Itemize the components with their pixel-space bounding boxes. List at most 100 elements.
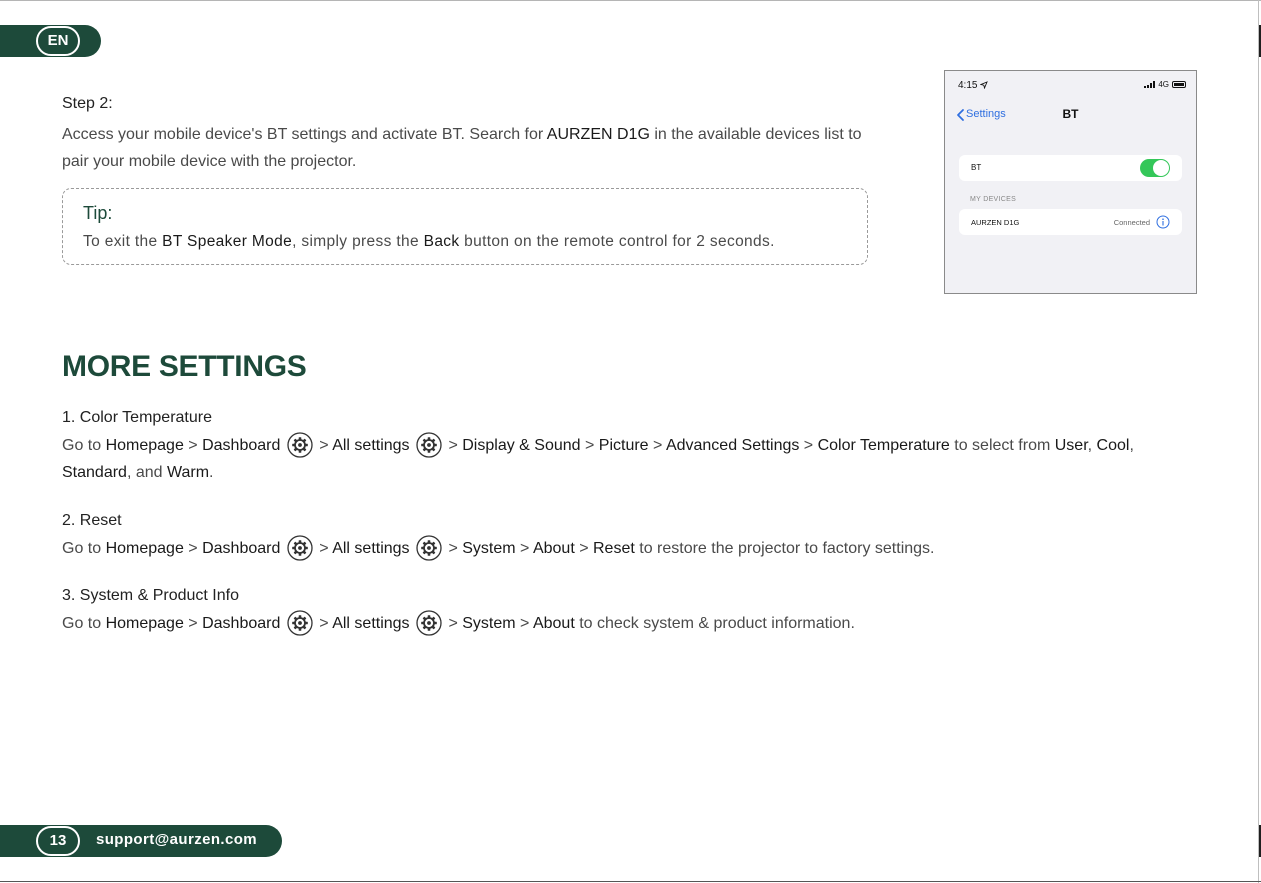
status-time: 4:15 [958, 80, 989, 91]
language-label: EN [36, 26, 80, 56]
gear-icon [416, 432, 442, 458]
my-devices-header: MY DEVICES [970, 196, 1017, 203]
section-title: MORE SETTINGS [62, 350, 307, 383]
info-icon[interactable] [1156, 215, 1170, 229]
step-body: Access your mobile device's BT settings … [62, 121, 892, 175]
item-body-system-info: Go to Homepage > Dashboard > All setting… [62, 610, 1197, 637]
emphasis-text: About [532, 540, 575, 557]
emphasis-text: Display & Sound [462, 437, 581, 454]
body-text [280, 615, 284, 632]
body-text [410, 540, 414, 557]
status-time-text: 4:15 [958, 80, 978, 91]
status-indicators: 4G [1144, 80, 1186, 89]
body-text: . [209, 464, 214, 481]
toggle-knob [1153, 160, 1169, 176]
gear-icon [287, 535, 313, 561]
body-text: , simply press the [292, 233, 424, 250]
body-text [280, 437, 284, 454]
emphasis-text: All settings [332, 540, 410, 557]
body-text: > [183, 437, 203, 454]
emphasis-text: Dashboard [202, 437, 281, 454]
body-text: > [314, 437, 333, 454]
emphasis-text: User [1054, 437, 1088, 454]
emphasis-text: Homepage [105, 540, 184, 557]
device-status: Connected [1113, 218, 1150, 227]
tip-body: To exit the BT Speaker Mode, simply pres… [83, 233, 775, 251]
body-text: to check system & product information. [574, 615, 855, 632]
body-text: > [444, 615, 463, 632]
body-text: Go to [62, 437, 106, 454]
body-text: To exit the [83, 233, 163, 250]
emphasis-text: Warm [166, 464, 210, 481]
emphasis-text: All settings [332, 615, 410, 632]
emphasis-text: About [532, 615, 575, 632]
body-text: > [648, 437, 666, 454]
emphasis-text: Homepage [105, 437, 184, 454]
gear-icon [416, 610, 442, 636]
emphasis-text: Reset [593, 540, 635, 557]
gear-icon [287, 432, 313, 458]
body-text: > [574, 540, 593, 557]
emphasis-text: Advanced Settings [665, 437, 800, 454]
body-text: Go to [62, 615, 106, 632]
body-text: > [314, 540, 333, 557]
network-label: 4G [1158, 80, 1169, 89]
device-row[interactable]: AURZEN D1G Connected [959, 209, 1182, 235]
emphasis-text: Standard [62, 464, 127, 481]
gear-icon [287, 610, 313, 636]
emphasis-text: BT Speaker Mode [162, 233, 293, 250]
support-email-link[interactable]: support@aurzen.com [96, 831, 257, 848]
emphasis-text: Dashboard [202, 540, 281, 557]
tip-title: Tip: [83, 203, 113, 223]
body-text: > [515, 540, 533, 557]
body-text: > [444, 540, 463, 557]
body-text: > [580, 437, 599, 454]
body-text: > [183, 540, 203, 557]
body-text: > [515, 615, 533, 632]
gear-icon [416, 535, 442, 561]
location-arrow-icon [979, 81, 989, 90]
body-text: to restore the projector to factory sett… [634, 540, 935, 557]
body-text: to select from [949, 437, 1055, 454]
page-border-right [1258, 0, 1259, 883]
emphasis-text: Dashboard [202, 615, 281, 632]
emphasis-text: System [462, 615, 516, 632]
body-text: , and [126, 464, 167, 481]
page-border-top [0, 0, 1261, 1]
emphasis-text: System [462, 540, 516, 557]
screen-title: BT [1062, 107, 1079, 121]
body-text: , [1087, 437, 1097, 454]
body-text: button on the remote control for 2 secon… [459, 233, 775, 250]
body-text: > [183, 615, 203, 632]
emphasis-text: Homepage [105, 615, 184, 632]
emphasis-text: Cool [1096, 437, 1130, 454]
step-heading: Step 2: [62, 95, 113, 112]
bt-label: BT [971, 163, 982, 172]
bt-toggle-row[interactable]: BT [959, 155, 1182, 181]
device-name: AURZEN D1G [971, 218, 1020, 227]
emphasis-text: AURZEN D1G [546, 126, 650, 143]
emphasis-text: Color Temperature [817, 437, 950, 454]
item-heading-color-temperature: 1. Color Temperature [62, 409, 212, 426]
body-text: > [444, 437, 463, 454]
emphasis-text: Back [423, 233, 460, 250]
signal-icon [1144, 81, 1156, 88]
emphasis-text: Picture [598, 437, 649, 454]
page-number: 13 [36, 826, 80, 856]
body-text: Go to [62, 540, 106, 557]
item-body-color-temperature: Go to Homepage > Dashboard > All setting… [62, 432, 1197, 486]
emphasis-text: All settings [332, 437, 410, 454]
body-text [410, 437, 414, 454]
body-text [410, 615, 414, 632]
body-text: > [799, 437, 818, 454]
item-body-reset: Go to Homepage > Dashboard > All setting… [62, 535, 1197, 562]
body-text: > [314, 615, 333, 632]
body-text: Access your mobile device's BT settings … [62, 126, 547, 143]
body-text: , [1129, 437, 1134, 454]
tip-box: Tip: To exit the BT Speaker Mode, simply… [62, 188, 868, 265]
battery-icon [1172, 81, 1186, 88]
phone-screenshot: 4:15 4G Settings BT BT MY DEVICES AURZEN… [944, 70, 1197, 294]
page-border-bottom [0, 881, 1261, 882]
bt-toggle[interactable] [1140, 159, 1170, 177]
body-text [280, 540, 284, 557]
